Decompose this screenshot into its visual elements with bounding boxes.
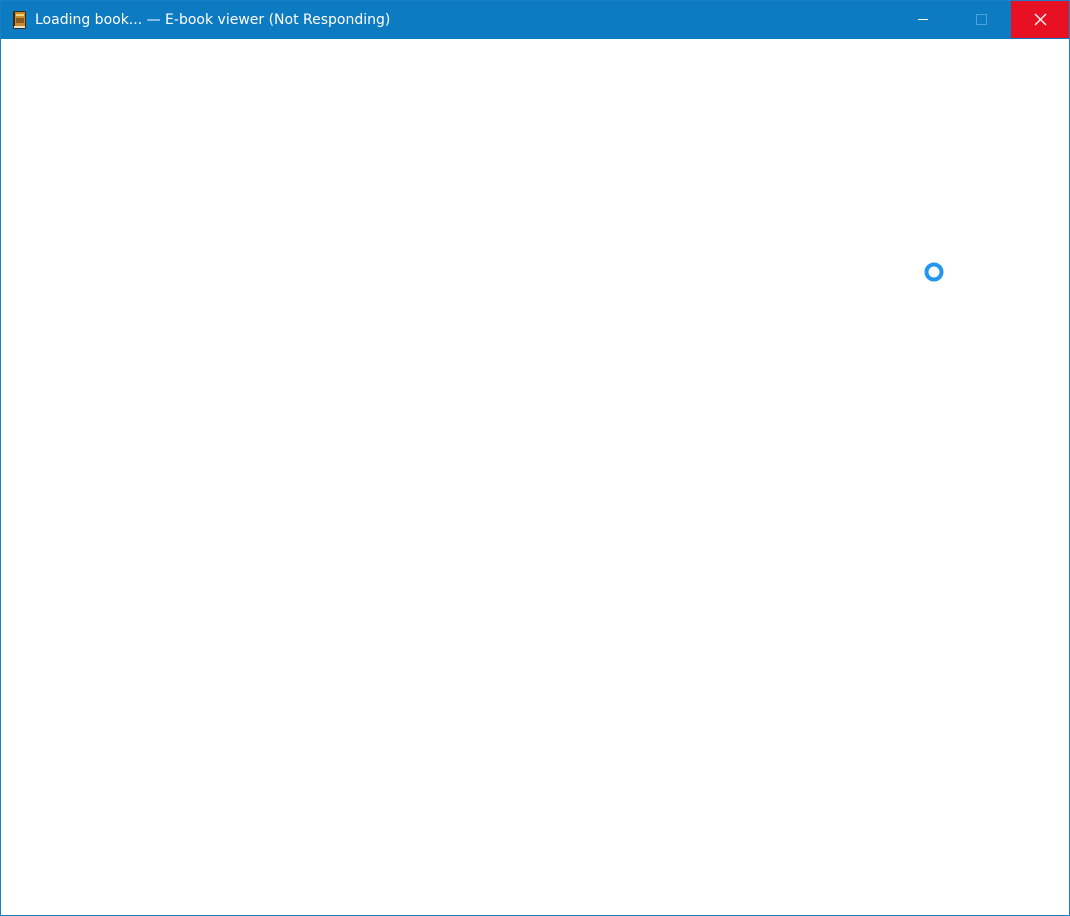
busy-cursor-icon — [924, 262, 944, 282]
maximize-icon — [976, 14, 987, 25]
close-button[interactable] — [1011, 1, 1069, 38]
title-bar[interactable]: Loading book... — E-book viewer (Not Res… — [1, 1, 1069, 39]
window-title: Loading book... — E-book viewer (Not Res… — [35, 12, 391, 28]
minimize-button[interactable] — [894, 1, 952, 38]
book-content-area[interactable] — [1, 39, 1069, 915]
ebook-viewer-icon[interactable] — [12, 10, 28, 30]
app-window: Loading book... — E-book viewer (Not Res… — [0, 0, 1070, 916]
maximize-button[interactable] — [952, 1, 1010, 38]
close-icon — [1034, 13, 1047, 26]
minimize-icon — [918, 19, 928, 20]
